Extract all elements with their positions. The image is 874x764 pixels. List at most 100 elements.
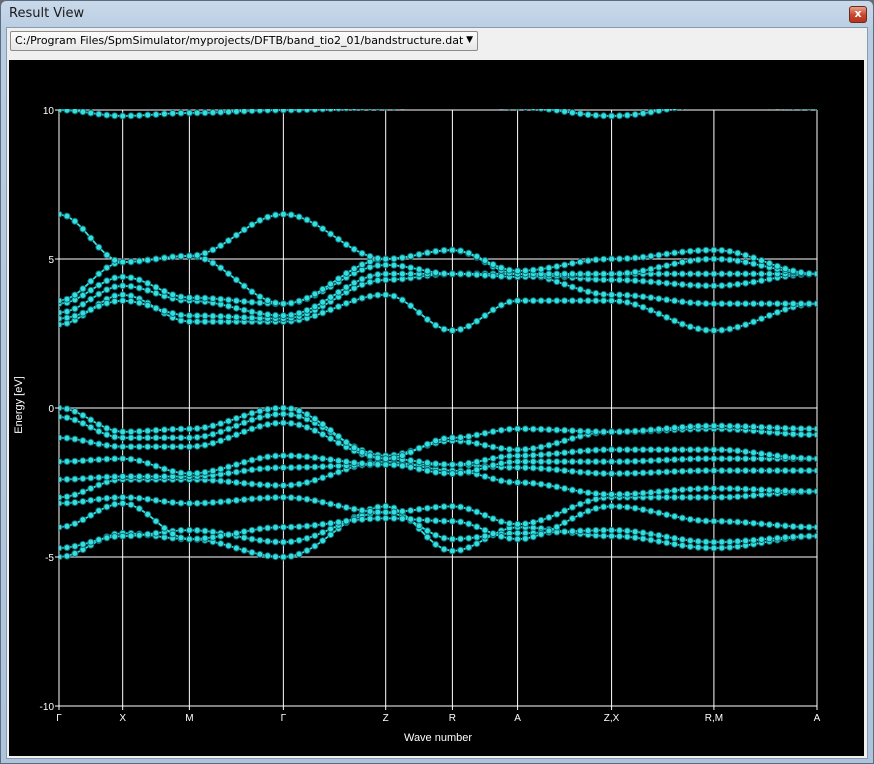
band-point [119,291,127,299]
band-point [623,490,631,498]
band-point [248,288,256,296]
band-point [272,109,279,114]
band-point [631,446,639,454]
band-point [710,544,718,552]
band-point [750,423,758,431]
band-point [169,467,177,475]
band-point [686,281,694,289]
band-point [639,469,647,477]
chevron-down-icon[interactable]: ▼ [466,35,473,45]
band-point [600,470,608,477]
band-point [726,538,734,546]
band-point [758,467,765,475]
band-point [366,272,374,280]
band-point [568,527,576,535]
band-point [217,428,225,436]
band-point [751,102,757,108]
band-point [473,271,481,279]
band-point [232,297,240,305]
band-point [135,257,143,265]
band-point [647,426,655,434]
band-point [734,422,742,430]
band-point [144,473,152,480]
band-point [177,109,185,117]
band-point [592,289,600,297]
band-point [232,231,240,239]
band-point [537,443,545,451]
band-point [311,427,319,435]
band-point [374,254,382,262]
band-point [240,314,248,321]
title-bar[interactable]: Result View x [1,1,873,27]
band-point [647,536,655,544]
band-point [416,101,422,107]
band-point [160,465,168,473]
band-point [169,291,177,299]
band-point [481,532,489,540]
band-point [398,270,406,278]
band-point [248,456,256,464]
band-point [295,421,303,429]
band-point [103,455,111,463]
file-path-dropdown[interactable]: C:/Program Files/SpmSimulator/myprojects… [10,31,478,51]
band-point [474,100,480,106]
band-point [561,458,569,466]
band-point [497,453,505,461]
band-point [358,249,366,257]
band-point [686,543,694,551]
band-point [521,535,529,543]
band-point [726,247,734,255]
band-point [87,306,95,314]
band-structure-plot[interactable]: 10 5 0 -5 -10 Γ X M Γ Z R A Z,X R,M A Energy [eV] Wave… [9,60,864,756]
band-point [111,473,119,481]
band-point [465,322,473,330]
band-point [448,434,456,442]
band-point [295,309,303,317]
band-point [497,533,505,540]
band-point [553,109,561,114]
band-point [248,221,256,229]
band-point [185,294,193,302]
band-point [193,294,201,302]
band-point [608,297,616,305]
band-point [201,468,209,476]
band-point [473,533,481,541]
band-point [248,495,256,503]
band-point [382,291,390,299]
band-point [448,270,456,278]
band-point [529,533,537,541]
band-point [576,447,584,455]
band-point [616,490,623,498]
band-point [473,466,481,474]
band-point [655,488,663,496]
band-point [63,475,71,483]
band-point [59,523,63,531]
band-point [209,422,217,430]
band-point [423,516,431,524]
band-point [63,212,71,220]
band-point [678,320,686,328]
band-point [773,534,781,542]
band-point [135,276,143,284]
band-point [160,473,168,480]
band-point [584,297,592,305]
band-point [663,262,671,270]
band-point [489,475,497,483]
window-title: Result View [9,6,85,21]
band-point [584,270,592,278]
band-point [103,251,111,259]
band-point [631,534,639,542]
close-button[interactable]: x [849,6,867,23]
band-point [797,467,805,475]
band-point [111,283,119,291]
band-point [678,514,686,522]
band-point [295,550,303,558]
band-point [79,300,87,308]
band-point [279,452,287,460]
band-point [440,503,448,511]
band-point [193,109,201,117]
band-point [423,267,431,275]
band-point [458,98,464,104]
band-point [152,111,160,118]
band-point [193,469,201,477]
